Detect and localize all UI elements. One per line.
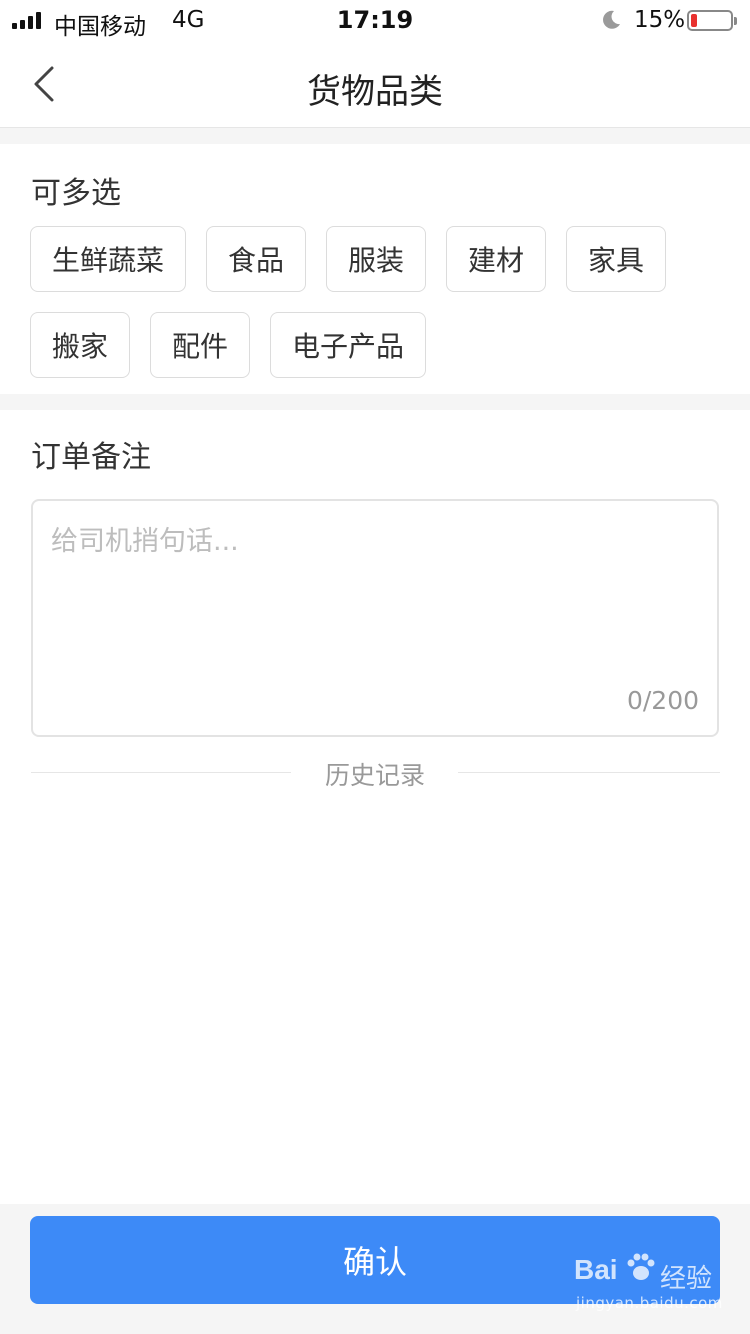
- watermark-url: jingyan.baidu.com: [576, 1294, 723, 1312]
- category-section: 可多选 生鲜蔬菜 食品 服装 建材 家具 搬家 配件 电子产品: [0, 144, 750, 394]
- char-counter: 0/200: [626, 686, 699, 715]
- divider-right: [458, 772, 720, 773]
- tag-food[interactable]: 食品: [206, 226, 306, 292]
- remark-box: 0/200: [31, 499, 719, 737]
- paw-icon: [627, 1253, 655, 1280]
- battery-percent: 15%: [634, 7, 686, 33]
- bottom-bar: 确认 Bai 经验 jingyan.baidu.com: [0, 1204, 750, 1334]
- remark-title: 订单备注: [31, 440, 151, 475]
- tag-furniture[interactable]: 家具: [566, 226, 666, 292]
- tag-electronics[interactable]: 电子产品: [270, 312, 426, 378]
- remark-section: 订单备注 0/200 历史记录: [0, 410, 750, 1204]
- tag-parts[interactable]: 配件: [150, 312, 250, 378]
- moon-icon: [603, 10, 620, 29]
- tag-moving[interactable]: 搬家: [30, 312, 130, 378]
- history-link[interactable]: 历史记录: [0, 756, 750, 792]
- battery-level: [691, 14, 697, 27]
- nav-bar: 货物品类: [0, 40, 750, 128]
- tag-clothing[interactable]: 服装: [326, 226, 426, 292]
- battery-icon: [687, 10, 737, 31]
- watermark-logo: Bai: [574, 1254, 618, 1285]
- page-title: 货物品类: [307, 72, 443, 112]
- multi-select-hint: 可多选: [31, 176, 121, 211]
- watermark-suffix: 经验: [660, 1264, 713, 1294]
- tag-building-materials[interactable]: 建材: [446, 226, 546, 292]
- remark-input[interactable]: [51, 519, 701, 679]
- status-bar: 中国移动 4G 17:19 15%: [0, 0, 750, 40]
- tag-fresh-vegetables[interactable]: 生鲜蔬菜: [30, 226, 186, 292]
- baidu-jingyan-watermark: Bai 经验 jingyan.baidu.com: [574, 1250, 724, 1320]
